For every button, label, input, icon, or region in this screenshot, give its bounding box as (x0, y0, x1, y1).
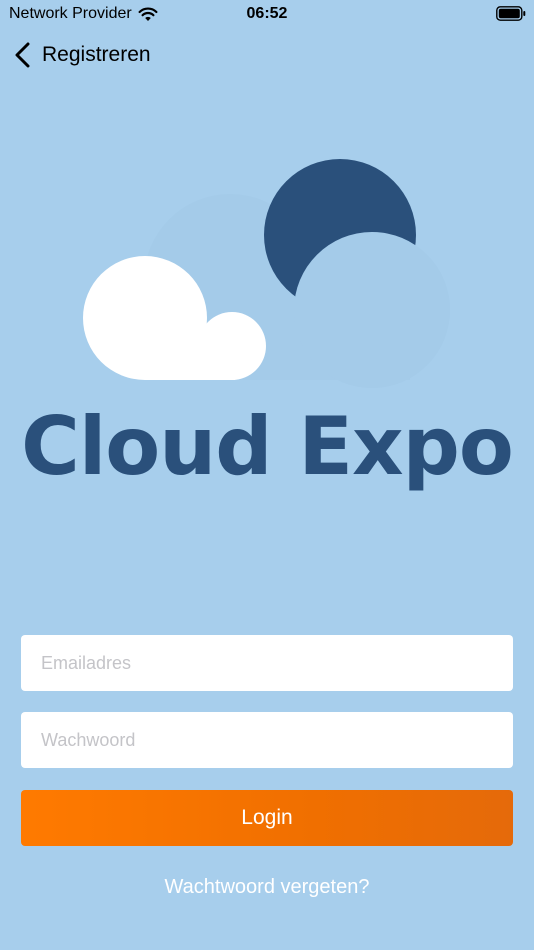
forgot-password-link[interactable]: Wachtwoord vergeten? (0, 876, 534, 899)
email-field[interactable] (21, 635, 513, 691)
login-button[interactable]: Login (21, 790, 513, 846)
password-field[interactable] (21, 712, 513, 768)
brand-title: Cloud Expo (21, 400, 514, 493)
